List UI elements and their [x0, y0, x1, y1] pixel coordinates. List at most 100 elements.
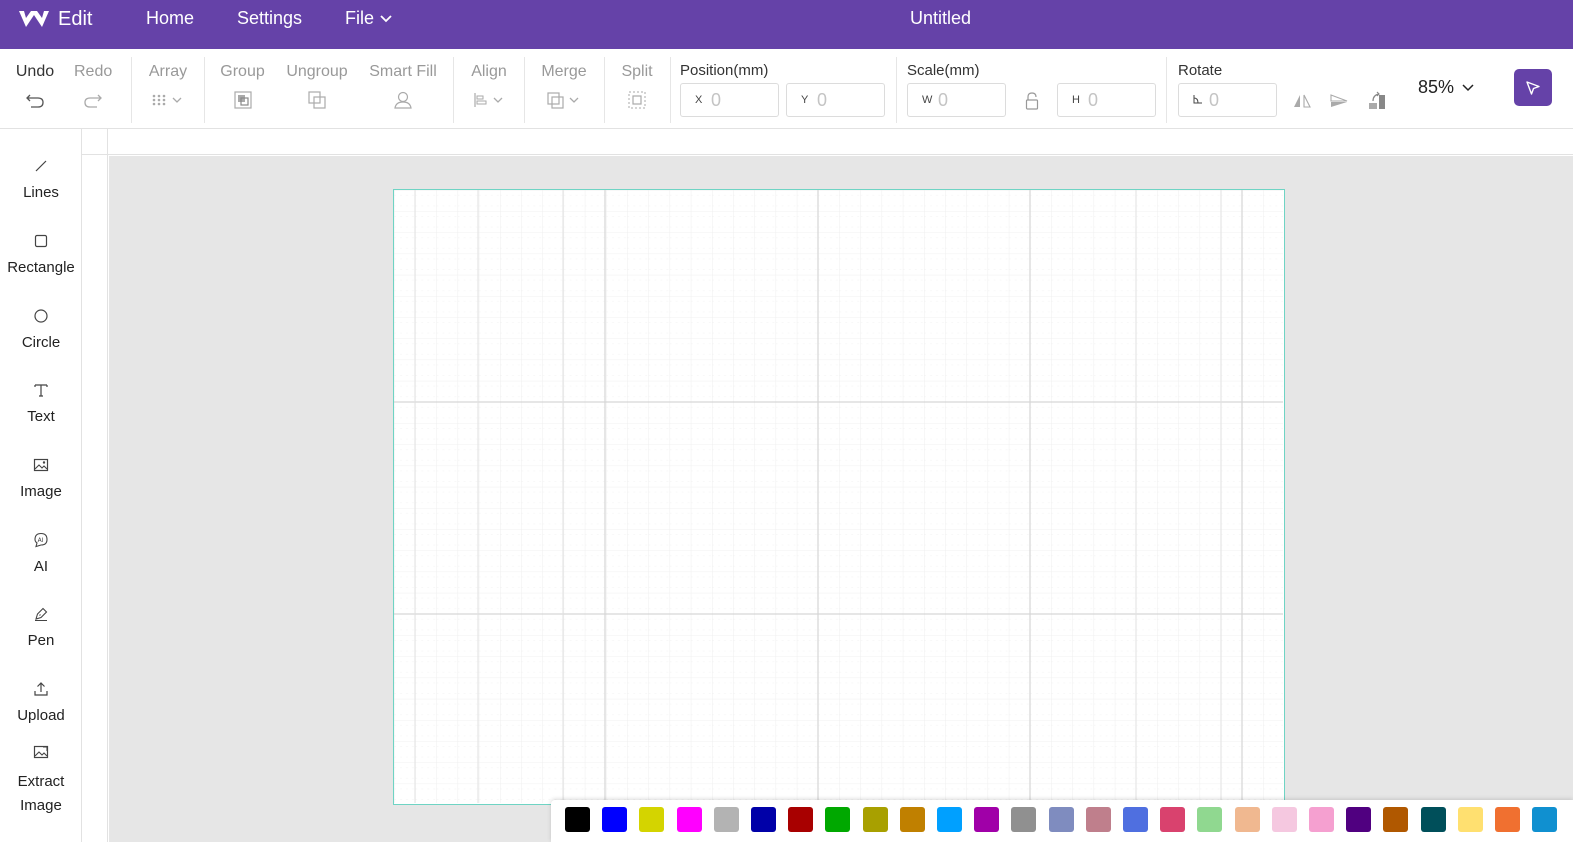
split-button[interactable]: Split — [619, 63, 655, 111]
chevron-down-icon — [1462, 83, 1474, 91]
sidebar-item-pen[interactable]: Pen — [0, 606, 82, 649]
angle-icon — [1193, 94, 1209, 107]
color-swatch[interactable] — [899, 807, 925, 832]
color-swatch[interactable] — [1457, 807, 1483, 832]
color-swatch[interactable] — [1160, 807, 1186, 832]
color-swatch[interactable] — [713, 807, 739, 832]
color-swatch[interactable] — [1048, 807, 1074, 832]
image-icon — [0, 457, 82, 475]
app-logo[interactable]: Edit — [18, 7, 92, 31]
color-swatch[interactable] — [1495, 807, 1520, 832]
color-swatch[interactable] — [565, 807, 590, 832]
color-swatch[interactable] — [825, 807, 851, 832]
chevron-down-icon — [380, 14, 392, 22]
w-prefix: W — [922, 94, 933, 106]
toolbar-separator — [131, 57, 132, 123]
rotate-field[interactable] — [1178, 83, 1277, 117]
color-swatch[interactable] — [1085, 807, 1111, 832]
flip-horizontal-icon[interactable] — [1291, 90, 1313, 112]
group-button[interactable]: Group — [220, 63, 265, 111]
undo-icon — [15, 89, 55, 111]
group-label: Group — [220, 63, 265, 80]
sidebar-item-image[interactable]: Image — [0, 457, 82, 500]
color-swatch[interactable] — [1346, 807, 1372, 832]
nav-settings[interactable]: Settings — [237, 8, 302, 29]
ruler-top[interactable] — [108, 129, 1573, 155]
lock-aspect-icon[interactable] — [1021, 90, 1043, 112]
ungroup-button[interactable]: Ungroup — [285, 63, 349, 111]
svg-text:AI: AI — [38, 537, 44, 544]
select-tool-button[interactable] — [1514, 69, 1552, 106]
align-button[interactable]: Align — [469, 63, 509, 111]
zoom-select[interactable]: 85% — [1418, 77, 1474, 98]
document-title[interactable]: Untitled — [910, 8, 971, 29]
sidebar-item-label: Extract Image — [17, 773, 65, 814]
color-swatch[interactable] — [1123, 807, 1148, 832]
rotate-input[interactable] — [1209, 89, 1259, 111]
sidebar-item-label: Text — [27, 408, 55, 425]
undo-label: Undo — [15, 63, 55, 80]
sidebar-item-upload[interactable]: Upload — [0, 681, 82, 724]
sidebar-item-label: Lines — [23, 184, 59, 201]
position-y-input[interactable] — [817, 89, 867, 111]
extract-image-icon — [0, 744, 82, 762]
nav-home[interactable]: Home — [146, 8, 194, 29]
color-swatch[interactable] — [1234, 807, 1260, 832]
group-icon — [220, 89, 265, 111]
sidebar-item-text[interactable]: Text — [0, 382, 82, 425]
sidebar-item-rectangle[interactable]: Rectangle — [0, 233, 82, 276]
upload-icon — [0, 681, 82, 699]
sidebar-item-lines[interactable]: Lines — [0, 158, 82, 201]
ai-icon: AI — [0, 532, 82, 550]
sidebar-item-ai[interactable]: AI AI — [0, 532, 82, 575]
color-swatch[interactable] — [788, 807, 814, 832]
merge-label: Merge — [541, 63, 587, 80]
canvas-page[interactable] — [393, 189, 1285, 805]
redo-label: Redo — [74, 63, 113, 80]
position-x-input[interactable] — [711, 89, 761, 111]
position-x-field[interactable]: X — [680, 83, 779, 117]
scale-h-input[interactable] — [1088, 89, 1138, 111]
color-swatch[interactable] — [1197, 807, 1223, 832]
color-swatch[interactable] — [639, 807, 665, 832]
color-swatch[interactable] — [676, 807, 702, 832]
nav-file[interactable]: File — [345, 8, 392, 29]
color-swatch[interactable] — [862, 807, 888, 832]
merge-button[interactable]: Merge — [540, 63, 588, 111]
sidebar-item-label: Circle — [21, 334, 61, 351]
array-button[interactable]: Array — [148, 63, 188, 111]
scale-w-input[interactable] — [938, 89, 988, 111]
smart-fill-button[interactable]: Smart Fill — [369, 63, 437, 111]
color-swatch[interactable] — [974, 807, 1000, 832]
color-swatch[interactable] — [751, 807, 776, 832]
align-icon — [469, 89, 509, 111]
x-prefix: X — [695, 94, 703, 106]
color-swatch[interactable] — [1271, 807, 1297, 832]
sidebar: Lines Rectangle Circle Text Image AI AI … — [0, 129, 82, 842]
color-swatch[interactable] — [1532, 807, 1558, 832]
sidebar-item-label: Pen — [27, 632, 55, 649]
line-icon — [0, 158, 82, 176]
ruler-left[interactable] — [82, 155, 108, 842]
color-swatch[interactable] — [1383, 807, 1409, 832]
flip-vertical-icon[interactable] — [1328, 90, 1350, 112]
circle-icon — [0, 308, 82, 326]
position-y-field[interactable]: Y — [786, 83, 885, 117]
top-bar: Edit Home Settings File Untitled — [0, 0, 1573, 49]
sidebar-item-extract-image[interactable]: Extract Image — [0, 744, 82, 818]
rotate-90-icon[interactable] — [1366, 90, 1388, 112]
redo-button[interactable]: Redo — [74, 63, 112, 111]
color-swatch[interactable] — [937, 807, 962, 832]
smart-fill-icon — [369, 89, 437, 111]
color-swatch[interactable] — [1309, 807, 1334, 832]
scale-h-field[interactable]: H — [1057, 83, 1156, 117]
smart-fill-label: Smart Fill — [369, 63, 437, 80]
sidebar-item-circle[interactable]: Circle — [0, 308, 82, 351]
scale-label: Scale(mm) — [907, 62, 980, 79]
color-swatch[interactable] — [1420, 807, 1446, 832]
scale-w-field[interactable]: W — [907, 83, 1006, 117]
undo-button[interactable]: Undo — [15, 63, 55, 111]
toolbar-separator — [204, 57, 205, 123]
color-swatch[interactable] — [602, 807, 628, 832]
color-swatch[interactable] — [1011, 807, 1037, 832]
